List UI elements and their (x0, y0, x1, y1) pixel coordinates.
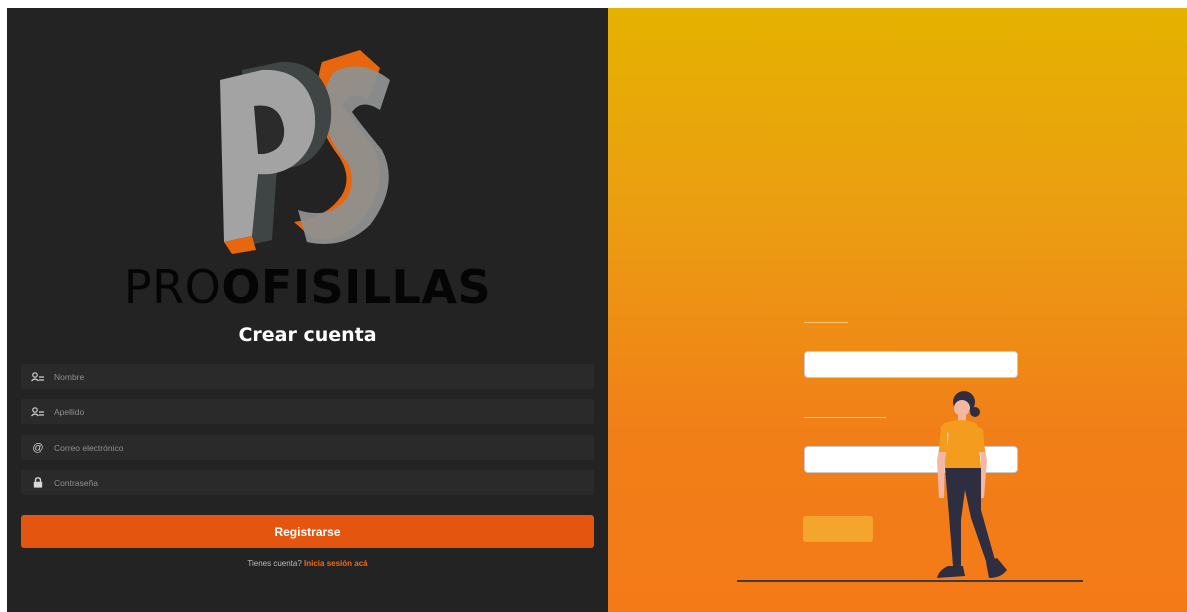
last-name-input[interactable] (54, 406, 554, 417)
illustration-panel (608, 8, 1187, 612)
page-title: Crear cuenta (238, 324, 377, 346)
email-field: @ (21, 435, 594, 460)
first-name-field (21, 364, 594, 389)
brand-light: PRO (123, 260, 222, 314)
person-illustration-icon (937, 391, 1007, 578)
decorative-line (804, 322, 848, 323)
password-field (21, 470, 594, 495)
login-prompt-text: Tienes cuenta? (247, 559, 302, 568)
password-input[interactable] (54, 477, 554, 488)
brand-wordmark: PROOFISILLAS (7, 260, 608, 314)
register-panel: PROOFISILLAS Crear cuenta @ Registrarse … (7, 8, 608, 612)
lock-icon (30, 477, 46, 488)
ps-logo-icon (220, 50, 390, 254)
login-link[interactable]: Inicia sesión acá (304, 559, 368, 568)
ground-line (737, 580, 1083, 582)
first-name-input[interactable] (54, 371, 554, 382)
user-icon (30, 371, 46, 382)
login-prompt: Tienes cuenta? Inicia sesión acá (7, 559, 608, 568)
decorative-input-box (804, 351, 1018, 378)
decorative-button (803, 516, 873, 542)
decorative-line (804, 417, 886, 418)
email-input[interactable] (54, 442, 554, 453)
register-button[interactable]: Registrarse (21, 515, 594, 548)
at-icon: @ (32, 441, 44, 454)
last-name-field (21, 399, 594, 424)
brand-heavy: OFISILLAS (221, 260, 492, 314)
user-icon (30, 406, 46, 417)
